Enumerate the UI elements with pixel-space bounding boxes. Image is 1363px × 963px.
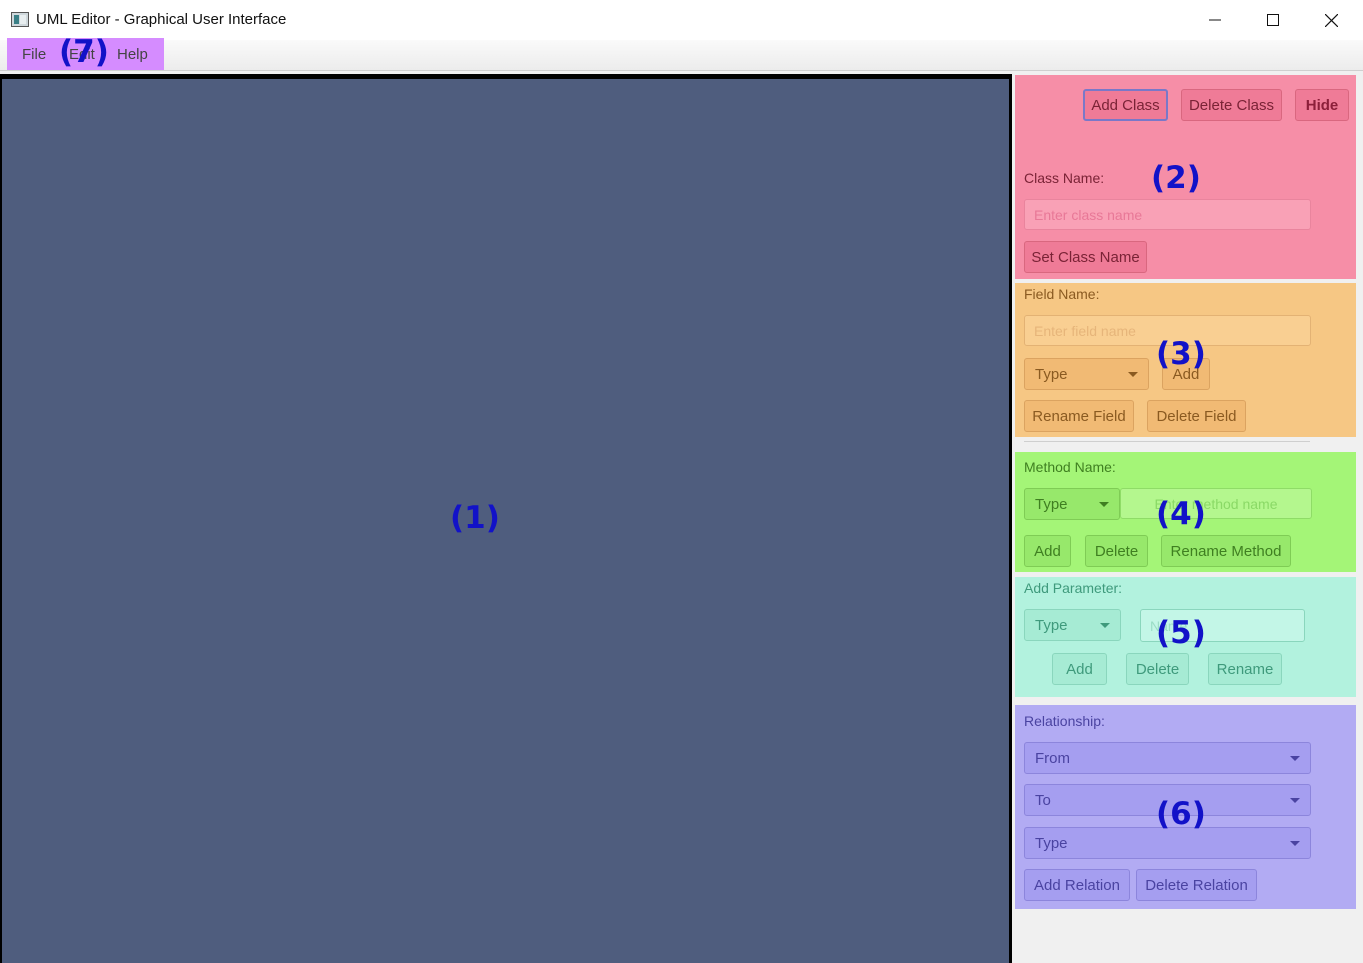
app-window-icon: [11, 12, 29, 27]
field-name-input[interactable]: Enter field name: [1024, 315, 1311, 346]
add-field-button[interactable]: Add: [1162, 358, 1210, 390]
add-parameter-button[interactable]: Add: [1052, 653, 1107, 685]
method-type-select[interactable]: Type: [1024, 488, 1120, 520]
parameter-type-select[interactable]: Type: [1024, 609, 1121, 641]
relation-from-value: From: [1035, 749, 1070, 767]
delete-field-button[interactable]: Delete Field: [1147, 400, 1246, 432]
menu-help[interactable]: Help: [117, 46, 148, 63]
class-name-input[interactable]: Enter class name: [1024, 199, 1311, 230]
maximize-icon: [1267, 14, 1279, 26]
relation-to-value: To: [1035, 791, 1051, 809]
delete-class-button[interactable]: Delete Class: [1181, 89, 1282, 121]
parameter-type-value: Type: [1035, 616, 1068, 634]
menu-file[interactable]: File: [22, 46, 46, 63]
add-parameter-label: Add Parameter:: [1024, 580, 1123, 596]
method-name-label: Method Name:: [1024, 459, 1116, 475]
chevron-down-icon: [1290, 841, 1300, 846]
add-relation-button[interactable]: Add Relation: [1024, 869, 1130, 901]
close-button[interactable]: [1302, 0, 1360, 40]
relation-from-select[interactable]: From: [1024, 742, 1311, 774]
chevron-down-icon: [1290, 756, 1300, 761]
delete-method-button[interactable]: Delete: [1085, 535, 1148, 567]
field-type-select[interactable]: Type: [1024, 358, 1149, 390]
relation-type-select[interactable]: Type: [1024, 827, 1311, 859]
relation-to-select[interactable]: To: [1024, 784, 1311, 816]
class-name-label: Class Name:: [1024, 170, 1105, 186]
set-class-name-button[interactable]: Set Class Name: [1024, 241, 1147, 273]
close-icon: [1324, 13, 1338, 27]
parameter-name-input[interactable]: Name: [1140, 609, 1305, 642]
minimize-button[interactable]: [1186, 0, 1244, 40]
rename-parameter-button[interactable]: Rename: [1208, 653, 1282, 685]
chevron-down-icon: [1100, 623, 1110, 628]
chevron-down-icon: [1099, 502, 1109, 507]
menu-edit[interactable]: Edit: [69, 46, 95, 63]
field-type-value: Type: [1035, 365, 1068, 383]
chevron-down-icon: [1290, 798, 1300, 803]
relation-type-value: Type: [1035, 834, 1068, 852]
window-title: UML Editor - Graphical User Interface: [36, 11, 287, 28]
rename-field-button[interactable]: Rename Field: [1024, 400, 1134, 432]
add-method-button[interactable]: Add: [1024, 535, 1071, 567]
minimize-icon: [1209, 19, 1221, 21]
delete-relation-button[interactable]: Delete Relation: [1136, 869, 1257, 901]
hide-button[interactable]: Hide: [1295, 89, 1349, 121]
chevron-down-icon: [1128, 372, 1138, 377]
method-name-input[interactable]: Enter method name: [1120, 488, 1312, 519]
field-name-label: Field Name:: [1024, 286, 1100, 302]
delete-parameter-button[interactable]: Delete: [1126, 653, 1189, 685]
method-type-value: Type: [1035, 495, 1068, 513]
rename-method-button[interactable]: Rename Method: [1161, 535, 1291, 567]
section-divider: [1024, 441, 1310, 442]
diagram-canvas[interactable]: [2, 79, 1009, 963]
relationship-label: Relationship:: [1024, 713, 1105, 729]
maximize-button[interactable]: [1244, 0, 1302, 40]
add-class-button[interactable]: Add Class: [1083, 89, 1168, 121]
menu-bar: [0, 40, 1363, 71]
